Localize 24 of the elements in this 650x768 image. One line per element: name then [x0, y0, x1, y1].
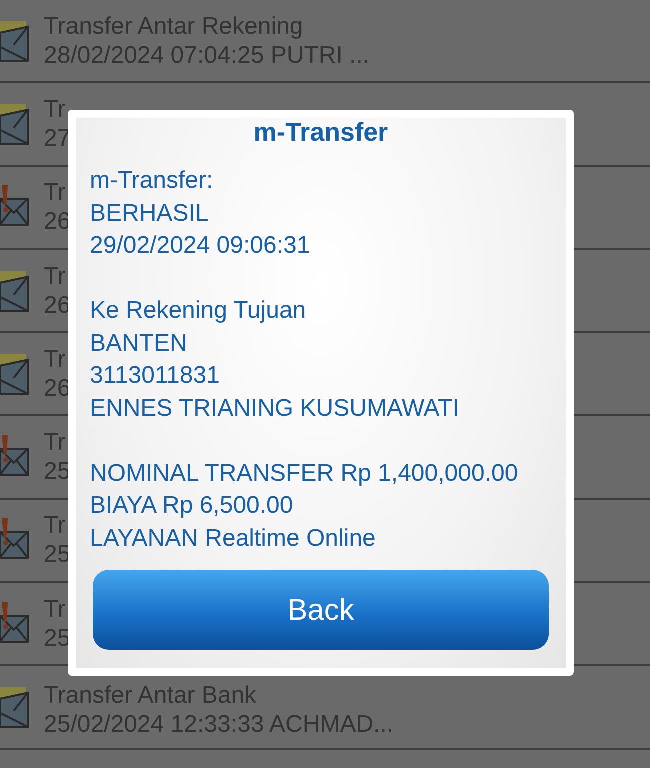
envelope-alert-icon [0, 602, 30, 646]
dialog-title: m-Transfer [254, 118, 388, 146]
message-line: BANTEN [90, 328, 188, 358]
message-line: BERHASIL [90, 198, 209, 228]
open-envelope-icon [0, 268, 30, 313]
message-title: Transfer Antar Bank [44, 681, 258, 710]
message-line: ENNES TRIANING KUSUMAWATI [90, 394, 460, 424]
open-envelope-icon [0, 352, 30, 396]
message-line: LAYANAN Realtime Online [90, 524, 376, 554]
message-title: Transfer Antar Rekening [44, 12, 304, 41]
back-button[interactable]: Back [93, 570, 549, 650]
message-line: Ke Rekening Tujuan [90, 296, 306, 326]
message-subtitle: 25/02/2024 12:33:33 ACHMAD... [44, 710, 394, 740]
message-list-item[interactable]: Transfer Antar Rekening 28/02/2024 07:04:25 PUTRI ... [0, 0, 650, 84]
message-line: 3113011831 [90, 361, 220, 391]
message-subtitle: 28/02/2024 07:04:25 PUTRI ... [44, 40, 370, 70]
message-line: 29/02/2024 09:06:31 [90, 231, 310, 261]
message-line: BIAYA Rp 6,500.00 [90, 491, 294, 521]
message-line: m-Transfer: [90, 166, 214, 196]
open-envelope-icon [0, 102, 30, 146]
open-envelope-icon [0, 685, 30, 730]
open-envelope-icon [0, 18, 30, 63]
message-subtitle: 27 [44, 124, 71, 153]
message-line: NOMINAL TRANSFER Rp 1,400,000.00 [90, 458, 518, 488]
